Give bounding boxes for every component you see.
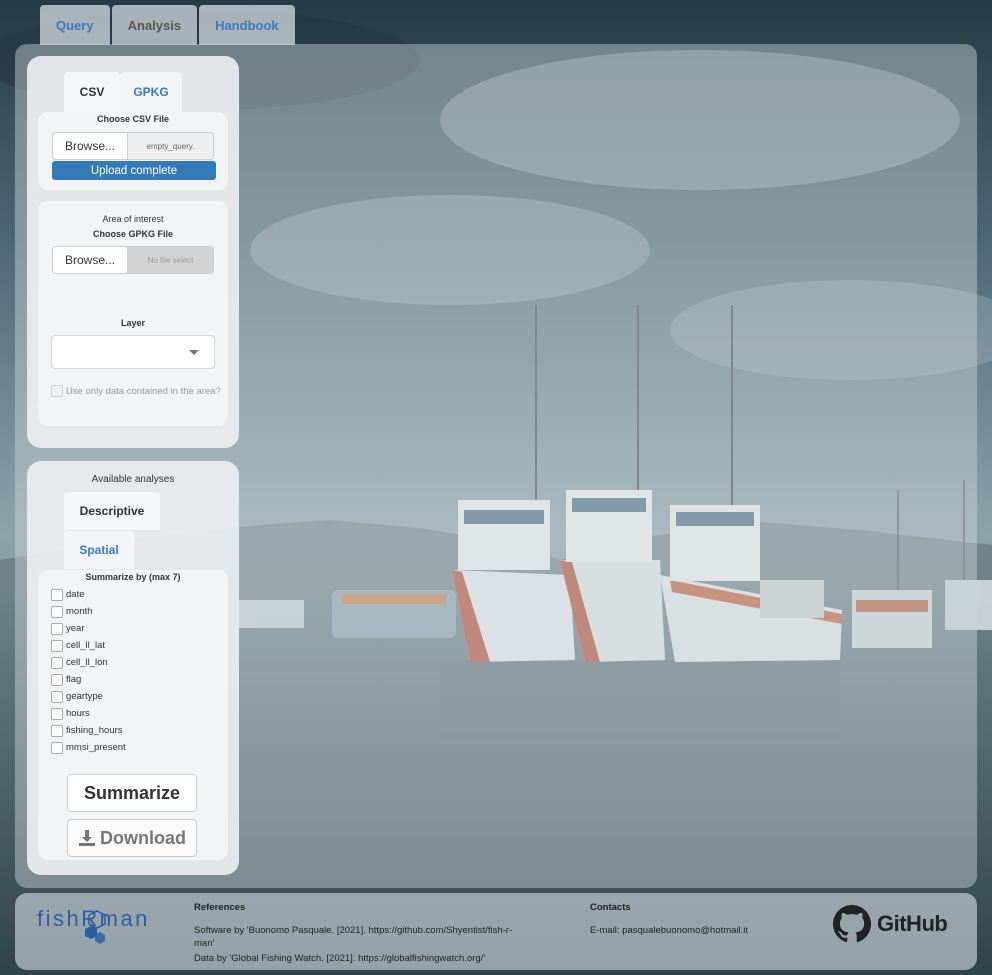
option-mmsi-present[interactable]: mmsi_present: [51, 739, 126, 756]
github-label: GitHub: [877, 911, 948, 936]
logo-text: fishRman: [37, 906, 150, 931]
checkbox-box[interactable]: [51, 639, 63, 652]
tab-gpkg[interactable]: GPKG: [120, 72, 182, 112]
gpkg-file-input: Browse... No file select: [52, 246, 214, 274]
tab-query[interactable]: Query: [40, 5, 110, 45]
area-of-interest-card: Area of interest Choose GPKG File Browse…: [38, 201, 228, 426]
option-cell-ll-lat[interactable]: cell_ll_lat: [51, 637, 126, 654]
main-nav-tabs: Query Analysis Handbook: [40, 5, 295, 45]
csv-browse-button[interactable]: Browse...: [52, 132, 128, 160]
references-software: Software by 'Buonomo Pasquale. [2021]. h…: [194, 925, 513, 936]
checkbox-box[interactable]: [51, 656, 63, 669]
gpkg-browse-button[interactable]: Browse...: [52, 246, 128, 274]
option-year[interactable]: year: [51, 620, 126, 637]
layer-label: Layer: [120, 318, 146, 328]
file-input-panel: CSV GPKG Choose CSV File Browse... empty…: [27, 56, 239, 448]
download-icon: [79, 830, 95, 846]
file-type-tabs: CSV GPKG: [64, 72, 182, 112]
option-hours[interactable]: hours: [51, 705, 126, 722]
checkbox-box[interactable]: [51, 622, 63, 635]
summarize-button[interactable]: Summarize: [67, 774, 197, 812]
chevron-down-icon: [189, 350, 199, 355]
checkbox-box[interactable]: [51, 588, 63, 601]
checkbox-box[interactable]: [51, 741, 63, 754]
checkbox-box[interactable]: [51, 605, 63, 618]
summarize-options: date month year cell_ll_lat cell_ll_lon …: [51, 586, 126, 756]
tab-handbook[interactable]: Handbook: [199, 5, 295, 45]
aoi-title: Area of interest: [102, 214, 164, 224]
footer: fishRman References Software by 'Buonomo…: [15, 893, 977, 970]
tab-spatial[interactable]: Spatial: [64, 531, 134, 569]
github-icon: [833, 905, 871, 943]
download-label: Download: [100, 827, 186, 848]
checkbox-box[interactable]: [51, 707, 63, 720]
option-month[interactable]: month: [51, 603, 126, 620]
gpkg-file-label: Choose GPKG File: [92, 229, 173, 239]
references-software-cont: man': [194, 938, 215, 949]
summarize-by-label: Summarize by (max 7): [85, 572, 181, 582]
tab-analysis[interactable]: Analysis: [111, 5, 198, 45]
csv-upload-progress: Upload complete: [52, 161, 216, 180]
checkbox-box[interactable]: [51, 690, 63, 703]
csv-upload-progress-bar: Upload complete: [52, 161, 216, 180]
csv-file-label: Choose CSV File: [96, 114, 169, 124]
area-only-label: Use only data contained in the area?: [66, 385, 221, 397]
csv-file-input: Browse... empty_query.: [52, 132, 214, 160]
references-data: Data by 'Global Fishing Watch. [2021]. h…: [194, 953, 486, 964]
references-title: References: [194, 902, 246, 913]
option-flag[interactable]: flag: [51, 671, 126, 688]
summarize-card: Summarize by (max 7) date month year cel…: [38, 570, 228, 860]
option-cell-ll-lon[interactable]: cell_ll_lon: [51, 654, 126, 671]
analyses-title: Available analyses: [91, 474, 175, 485]
github-link[interactable]: GitHub: [833, 905, 948, 943]
contacts-title: Contacts: [590, 902, 631, 913]
tab-csv[interactable]: CSV: [64, 72, 120, 112]
option-date[interactable]: date: [51, 586, 126, 603]
download-button[interactable]: Download: [67, 819, 197, 857]
option-fishing-hours[interactable]: fishing_hours: [51, 722, 126, 739]
checkbox-box[interactable]: [51, 724, 63, 737]
contact-email[interactable]: E-mail: pasqualebuonomo@hotmail.it: [590, 924, 748, 937]
checkbox-box[interactable]: [51, 385, 63, 397]
gpkg-file-name: No file select: [128, 246, 214, 274]
csv-file-name: empty_query.: [128, 132, 214, 160]
layer-select[interactable]: [51, 335, 215, 369]
checkbox-box[interactable]: [51, 673, 63, 686]
analyses-panel: Available analyses Descriptive Spatial S…: [27, 461, 239, 875]
fishrman-logo: fishRman: [37, 906, 150, 944]
area-only-checkbox[interactable]: Use only data contained in the area?: [51, 385, 221, 397]
csv-upload-card: Choose CSV File Browse... empty_query. U…: [38, 112, 228, 190]
tab-descriptive[interactable]: Descriptive: [64, 492, 160, 530]
option-geartype[interactable]: geartype: [51, 688, 126, 705]
